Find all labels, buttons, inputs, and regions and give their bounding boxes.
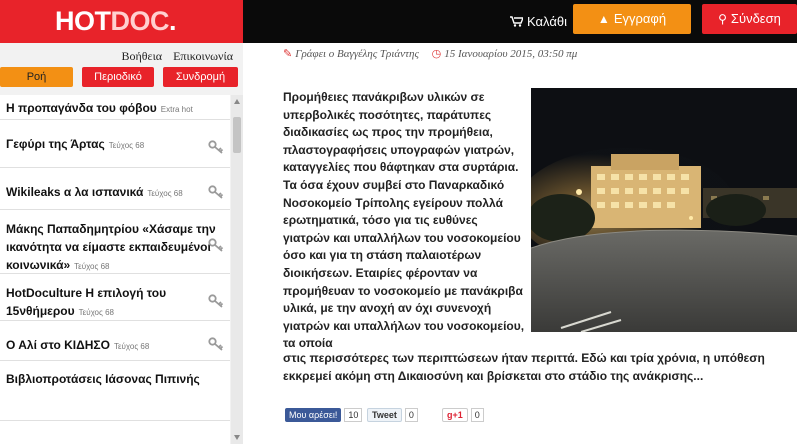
- key-icon: ⚲: [718, 12, 727, 26]
- logo-area[interactable]: HOTDOC.: [0, 0, 243, 43]
- tab-feed[interactable]: Ροή: [0, 67, 73, 87]
- feed-item-tag: Τεύχος 68: [108, 141, 145, 150]
- article-date: 15 Ιανουαρίου 2015, 03:50 πμ: [444, 48, 578, 60]
- feed-list-item[interactable]: Βιβλιοπροτάσεις Ιάσονας Πιπινής: [0, 361, 230, 421]
- article-author: Γράφει ο Βαγγέλης Τριάντης: [295, 48, 419, 60]
- sidebar: Βοήθεια Επικοινωνία Ροή Περιοδικό Συνδρο…: [0, 43, 243, 444]
- article-body-continuation: στις περισσότερες των περιπτώσεων ήταν π…: [283, 351, 765, 383]
- feed-item-tag: Τεύχος 68: [74, 262, 110, 271]
- feed-list-item[interactable]: Η προπαγάνδα του φόβου Extra hot: [0, 95, 230, 120]
- feed-item-title[interactable]: Wikileaks α λα ισπανικά: [6, 185, 143, 199]
- feed-list-item[interactable]: HotDoculture Η επιλογή του 15νθήμερου Τεύ…: [0, 274, 230, 321]
- scroll-up-arrow[interactable]: [234, 99, 240, 104]
- tweet-button[interactable]: Tweet: [367, 408, 402, 422]
- tweet-count: 0: [404, 408, 418, 422]
- login-label: Σύνδεση: [730, 11, 781, 26]
- article-meta: ✎ Γράφει ο Βαγγέλης Τριάντης ◷ 15 Ιανουαρί…: [283, 47, 577, 60]
- gplus[interactable]: g+1 0: [442, 408, 484, 422]
- cart-label: Καλάθι: [527, 14, 567, 29]
- cart-link[interactable]: Καλάθι: [510, 13, 567, 31]
- register-button[interactable]: ▲ Εγγραφή: [573, 4, 691, 34]
- tweet[interactable]: Tweet 0: [367, 408, 418, 422]
- logo-dot: .: [169, 6, 177, 36]
- sidebar-tabs: Ροή Περιοδικό Συνδρομή: [0, 67, 243, 87]
- logo-hot: HOT: [55, 6, 111, 36]
- register-label: Εγγραφή: [613, 11, 667, 26]
- user-icon: ▲: [597, 12, 610, 26]
- hospital-night-photo: [531, 88, 797, 332]
- feed-item-title[interactable]: Βιβλιοπροτάσεις Ιάσονας Πιπινής: [6, 371, 224, 387]
- tab-subscription[interactable]: Συνδρομή: [163, 67, 238, 87]
- lock-key-icon: [208, 294, 224, 308]
- contact-link[interactable]: Επικοινωνία: [173, 49, 233, 63]
- feed-item-tag: Τεύχος 68: [78, 308, 114, 317]
- login-button[interactable]: ⚲ Σύνδεση: [702, 4, 797, 34]
- sidebar-links: Βοήθεια Επικοινωνία: [114, 49, 234, 64]
- feed-item-title[interactable]: Μάκης Παπαδημητρίου «Χάσαμε την ικανότητ…: [6, 222, 216, 272]
- top-bar: HOTDOC. Καλάθι ▲ Εγγραφή ⚲ Σύνδεση: [0, 0, 797, 43]
- sidebar-scrollbar[interactable]: [231, 95, 243, 444]
- feed-list-item[interactable]: Ο Αλί στο ΚΙΔΗΣΟ Τεύχος 68: [0, 321, 230, 361]
- article-photo: [531, 88, 797, 332]
- feed-item-tag: Τεύχος 68: [147, 189, 183, 198]
- article-body-column: Προμήθειες πανάκριβων υλικών σε υπερβολι…: [283, 90, 525, 351]
- facebook-like-count: 10: [344, 408, 363, 422]
- site-logo[interactable]: HOTDOC.: [55, 5, 177, 37]
- tab-magazine[interactable]: Περιοδικό: [82, 67, 154, 87]
- lock-key-icon: [208, 140, 224, 154]
- pen-icon: ✎: [283, 48, 293, 60]
- feed-list: Η προπαγάνδα του φόβου Extra hot Γεφύρι τη…: [0, 95, 230, 444]
- lock-key-icon: [208, 337, 224, 351]
- clock-icon: ◷: [431, 48, 442, 60]
- help-link[interactable]: Βοήθεια: [122, 49, 163, 63]
- feed-list-item[interactable]: Μάκης Παπαδημητρίου «Χάσαμε την ικανότητ…: [0, 210, 230, 274]
- cart-icon: [510, 16, 523, 27]
- feed-item-title[interactable]: Γεφύρι της Άρτας: [6, 137, 105, 151]
- feed-item-title[interactable]: Η προπαγάνδα του φόβου: [6, 101, 157, 115]
- lock-key-icon: [208, 185, 224, 199]
- feed-list-item[interactable]: Γεφύρι της Άρτας Τεύχος 68: [0, 120, 230, 168]
- scroll-down-arrow[interactable]: [234, 435, 240, 440]
- feed-item-tag: Τεύχος 68: [113, 342, 150, 351]
- facebook-like[interactable]: Μου αρέσει! 10: [285, 408, 363, 422]
- article-area: ✎ Γράφει ο Βαγγέλης Τριάντης ◷ 15 Ιανουαρί…: [257, 43, 797, 444]
- gplus-count: 0: [470, 408, 484, 422]
- logo-doc: DOC: [110, 6, 170, 36]
- feed-item-tag: Extra hot: [160, 105, 193, 114]
- scroll-thumb[interactable]: [233, 117, 241, 153]
- gplus-button[interactable]: g+1: [442, 408, 468, 422]
- lock-key-icon: [208, 238, 224, 252]
- feed-list-item[interactable]: Wikileaks α λα ισπανικά Τεύχος 68: [0, 168, 230, 210]
- feed-item-title[interactable]: Ο Αλί στο ΚΙΔΗΣΟ: [6, 338, 110, 352]
- facebook-like-button[interactable]: Μου αρέσει!: [285, 408, 342, 422]
